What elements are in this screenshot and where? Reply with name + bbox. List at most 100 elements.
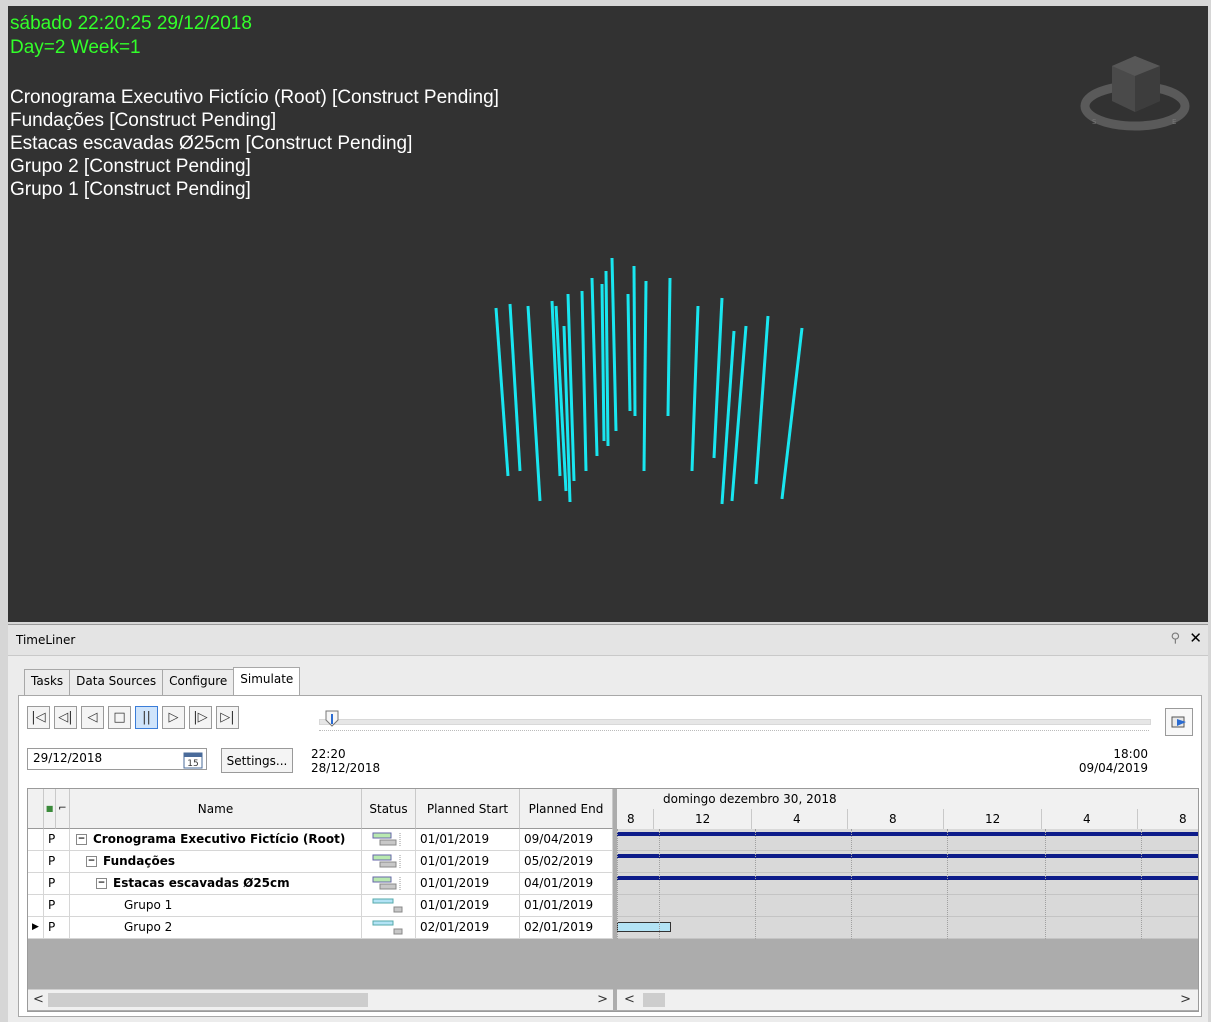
gantt-summary-bar[interactable]	[617, 854, 1198, 858]
step-forward-button[interactable]: |▷	[189, 706, 212, 729]
task-row[interactable]: P − Estacas escavadas Ø25cm 01/01/2019 04/01…	[28, 873, 613, 895]
tab-simulate[interactable]: Simulate	[233, 667, 301, 695]
tab-tasks[interactable]: Tasks	[24, 669, 71, 695]
play-icon: ▷	[168, 710, 179, 725]
collapse-icon[interactable]: −	[96, 878, 107, 889]
name-col-header[interactable]: Name	[70, 789, 362, 829]
task-row[interactable]: P − Cronograma Executivo Fictício (Root) 01…	[28, 829, 613, 851]
pile-8[interactable]	[590, 277, 599, 457]
skip-to-start-button[interactable]: |◁	[27, 706, 50, 729]
3d-viewport[interactable]: sábado 22:20:25 29/12/2018 Day=2 Week=1 …	[8, 6, 1208, 622]
gantt-hour-label: 8	[1179, 812, 1187, 826]
range-start-time: 22:20	[311, 747, 346, 761]
pile-10[interactable]	[604, 270, 610, 447]
scroll-left-icon[interactable]: <	[33, 992, 44, 1007]
skip-to-end-button[interactable]: ▷|	[216, 706, 239, 729]
pile-18[interactable]	[720, 330, 736, 505]
pile-1[interactable]	[508, 303, 522, 472]
close-icon[interactable]: ✕	[1189, 629, 1202, 647]
tab-data-sources[interactable]: Data Sources	[69, 669, 164, 695]
planned-end: 05/02/2019	[520, 851, 613, 872]
play-backward-icon: ◁	[87, 710, 98, 725]
pile-7[interactable]	[580, 290, 588, 472]
attached-col-header[interactable]: ⌐	[56, 789, 70, 829]
pile-model[interactable]	[8, 6, 1208, 622]
pile-0[interactable]	[494, 307, 510, 477]
gantt-row[interactable]	[617, 895, 1198, 917]
gantt-hour-divider	[1041, 809, 1042, 829]
pile-14[interactable]	[642, 280, 648, 472]
status-bars-icon	[372, 920, 403, 935]
pile-17[interactable]	[712, 297, 724, 459]
range-start-date: 28/12/2018	[311, 761, 381, 775]
gantt-date-header: domingo dezembro 30, 2018	[617, 789, 1198, 810]
export-icon	[1171, 716, 1186, 728]
task-table-scrollbar[interactable]: < >	[28, 989, 613, 1010]
task-name: − Cronograma Executivo Fictício (Root)	[70, 829, 362, 850]
timeliner-panel: TimeLiner ⚲ ✕ Tasks Data Sources Configu…	[8, 624, 1208, 1022]
status-bars-icon	[372, 876, 401, 891]
gantt-summary-bar[interactable]	[617, 832, 1198, 836]
collapse-icon[interactable]: −	[76, 834, 87, 845]
task-status	[362, 829, 416, 850]
svg-text:15: 15	[187, 759, 198, 769]
gantt-scroll-thumb[interactable]	[643, 993, 665, 1007]
pile-16[interactable]	[690, 305, 700, 472]
simulation-slider-thumb[interactable]	[325, 710, 339, 728]
step-back-button[interactable]: ◁|	[54, 706, 77, 729]
gantt-hour-label: 4	[1083, 812, 1091, 826]
pile-21[interactable]	[780, 327, 804, 500]
scroll-thumb[interactable]	[48, 993, 368, 1007]
gantt-hour-divider	[847, 809, 848, 829]
pile-12[interactable]	[626, 293, 632, 412]
gantt-scroll-left-icon[interactable]: <	[624, 992, 635, 1007]
pile-9[interactable]	[600, 283, 606, 442]
simulation-slider-track[interactable]	[319, 719, 1151, 725]
planned-start-col-header[interactable]: Planned Start	[416, 789, 520, 829]
pile-20[interactable]	[754, 315, 770, 485]
pile-15[interactable]	[666, 277, 672, 417]
task-row[interactable]: P Grupo 1 01/01/2019 01/01/2019	[28, 895, 613, 917]
gantt-row[interactable]	[617, 917, 1198, 939]
pin-icon[interactable]: ⚲	[1170, 631, 1180, 646]
task-status	[362, 873, 416, 894]
pile-13[interactable]	[632, 265, 637, 417]
tab-configure[interactable]: Configure	[162, 669, 235, 695]
gantt-task-bar[interactable]	[617, 922, 671, 932]
status-bars-icon	[372, 854, 401, 869]
scroll-right-icon[interactable]: >	[597, 992, 608, 1007]
settings-button[interactable]: Settings...	[221, 748, 293, 773]
task-name-label: Fundações	[103, 854, 176, 868]
skip-to-end-icon: ▷|	[220, 710, 235, 725]
gantt-hour-divider	[1137, 809, 1138, 829]
simulation-date-field[interactable]: 29/12/2018	[27, 748, 207, 770]
calendar-icon[interactable]: 15	[183, 751, 203, 769]
planned-end: 02/01/2019	[520, 917, 613, 938]
pile-2[interactable]	[526, 305, 542, 502]
stop-button[interactable]: □	[108, 706, 131, 729]
gantt-hour-label: 8	[627, 812, 635, 826]
collapse-icon[interactable]: −	[86, 856, 97, 867]
task-name: − Fundações	[70, 851, 362, 872]
play-backward-button[interactable]: ◁	[81, 706, 104, 729]
gantt-hour-divider	[751, 809, 752, 829]
planned-end: 04/01/2019	[520, 873, 613, 894]
planned-start: 02/01/2019	[416, 917, 520, 938]
pause-button[interactable]: ||	[135, 706, 158, 729]
gantt-scrollbar[interactable]: < >	[617, 989, 1198, 1010]
task-row[interactable]: ▶ P Grupo 2 02/01/2019 02/01/2019	[28, 917, 613, 939]
gantt-scroll-right-icon[interactable]: >	[1180, 992, 1191, 1007]
active-col-header[interactable]: ■	[44, 789, 56, 829]
task-row[interactable]: P − Fundações 01/01/2019 05/02/2019	[28, 851, 613, 873]
pile-19[interactable]	[730, 325, 748, 502]
gantt-summary-bar[interactable]	[617, 876, 1198, 880]
task-name-label: Cronograma Executivo Fictício (Root)	[93, 832, 346, 846]
gantt-empty-area	[617, 939, 1198, 989]
play-button[interactable]: ▷	[162, 706, 185, 729]
export-movie-button[interactable]	[1165, 708, 1193, 736]
pile-11[interactable]	[610, 257, 618, 432]
planned-end-col-header[interactable]: Planned End	[520, 789, 613, 829]
task-status	[362, 895, 416, 916]
status-col-header[interactable]: Status	[362, 789, 416, 829]
gantt-gridline	[755, 829, 756, 939]
